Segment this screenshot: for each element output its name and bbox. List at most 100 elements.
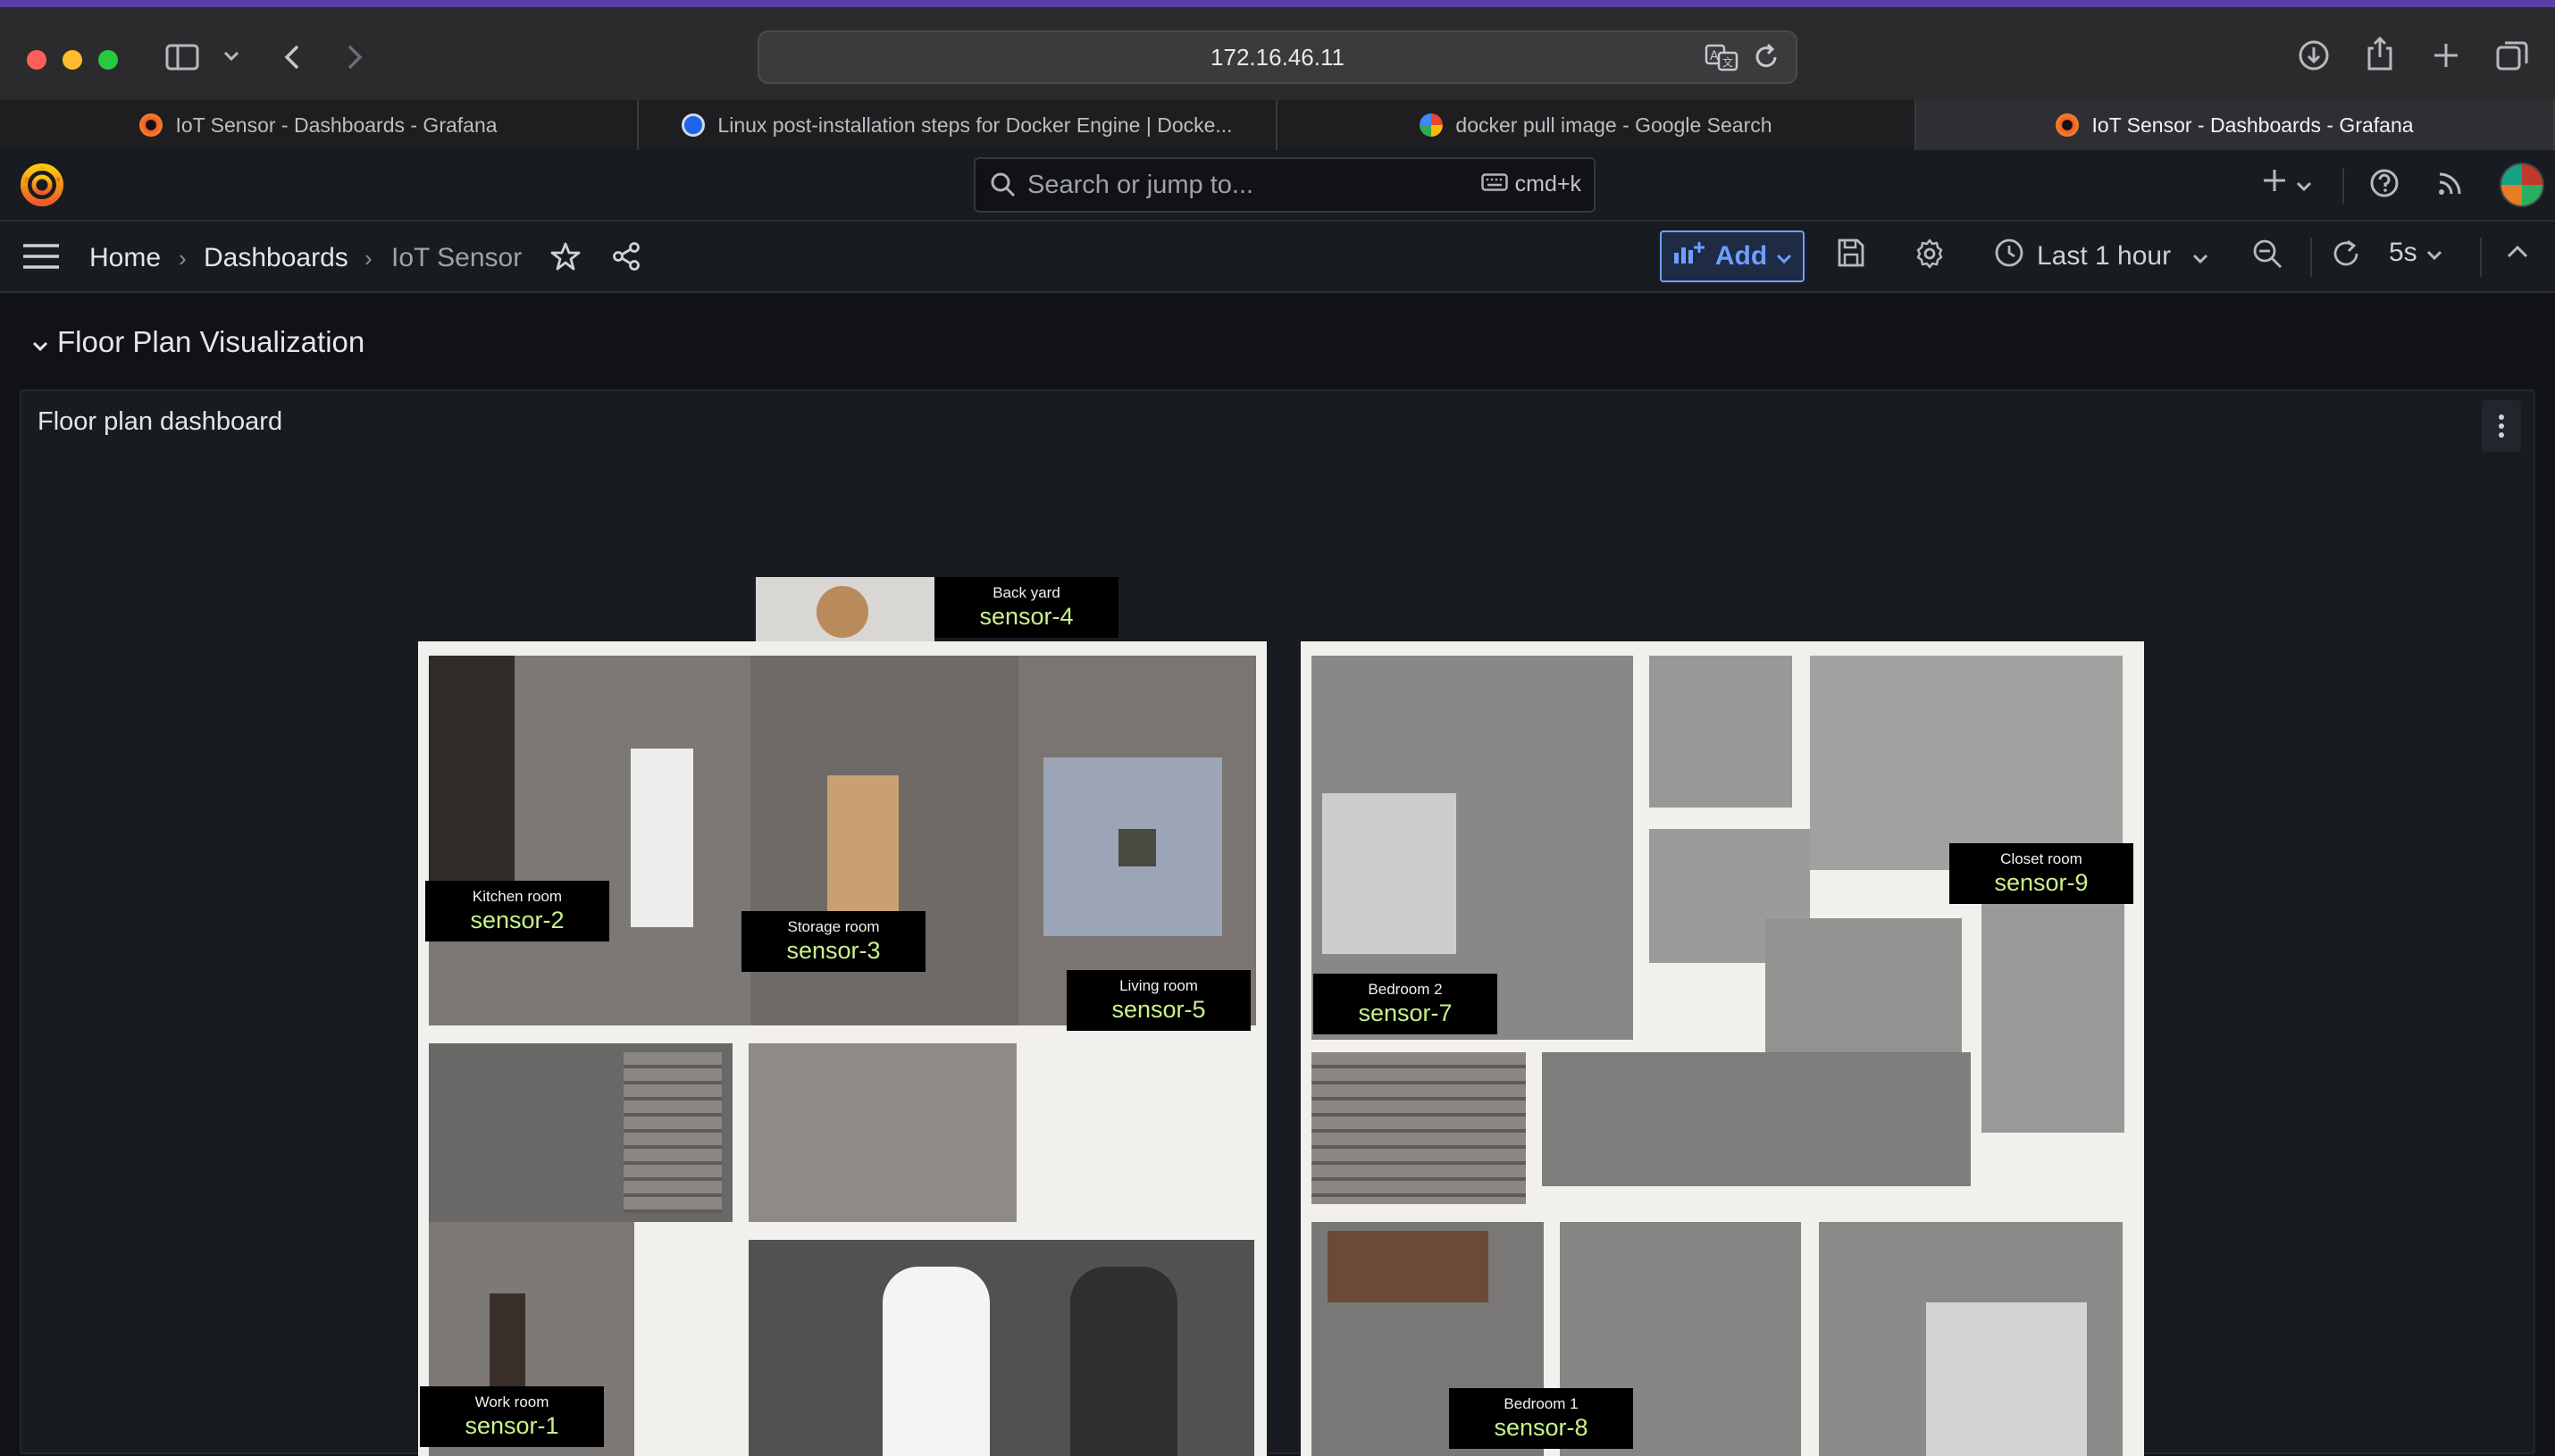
sensor-id: sensor-1	[465, 1412, 559, 1439]
divider	[2310, 238, 2312, 277]
utility-room	[749, 1043, 1017, 1222]
tab-overview-icon[interactable]	[2494, 38, 2530, 73]
sensor-id: sensor-9	[1994, 869, 2089, 896]
address-bar[interactable]: 172.16.46.11 A文	[758, 30, 1797, 84]
chevron-down-icon	[2296, 169, 2312, 199]
tab-docker-docs[interactable]: Linux post-installation steps for Docker…	[639, 100, 1278, 150]
landing	[1542, 1052, 1971, 1186]
grafana-logo-icon[interactable]	[18, 161, 66, 213]
add-button-label: Add	[1714, 241, 1768, 271]
docker-favicon-icon	[682, 113, 706, 137]
panel-menu-icon[interactable]	[2482, 400, 2521, 452]
breadcrumb-dashboards[interactable]: Dashboards	[204, 243, 348, 273]
sensor-label-bedroom-1[interactable]: Bedroom 1 sensor-8	[1449, 1388, 1633, 1449]
master-bed	[1926, 1302, 2087, 1456]
search-icon	[990, 172, 1017, 198]
star-icon[interactable]	[550, 241, 581, 276]
sensor-room-name: Kitchen room	[472, 888, 563, 905]
plus-icon	[2262, 168, 2287, 200]
forward-arrow-icon[interactable]	[341, 41, 368, 73]
zoom-window-button[interactable]	[98, 50, 118, 70]
reload-icon[interactable]	[1753, 43, 1780, 78]
panel-title: Floor plan dashboard	[38, 407, 283, 436]
refresh-icon[interactable]	[2330, 238, 2362, 270]
save-icon[interactable]	[1837, 238, 1865, 268]
sensor-label-bedroom-2[interactable]: Bedroom 2 sensor-7	[1313, 974, 1497, 1034]
divider	[2342, 168, 2344, 204]
menu-hamburger-icon[interactable]	[21, 241, 61, 276]
kitchen-island	[631, 749, 693, 927]
tab-grafana-active[interactable]: IoT Sensor - Dashboards - Grafana	[1916, 100, 2555, 150]
sensor-room-name: Back yard	[993, 584, 1060, 601]
search-placeholder: Search or jump to...	[1027, 170, 1254, 199]
backyard-patio	[756, 577, 934, 641]
refresh-interval-picker[interactable]: 5s	[2389, 238, 2442, 268]
sensor-label-workroom[interactable]: Work room sensor-1	[420, 1386, 604, 1447]
sensor-label-living[interactable]: Living room sensor-5	[1067, 970, 1251, 1031]
chevron-right-icon: ›	[364, 245, 373, 272]
help-icon[interactable]	[2369, 168, 2400, 198]
search-input[interactable]: Search or jump to... cmd+k	[974, 157, 1596, 213]
sensor-room-name: Work room	[474, 1393, 549, 1410]
search-shortcut: cmd+k	[1480, 172, 1581, 197]
svg-text:文: 文	[1722, 55, 1733, 69]
tab-google-search[interactable]: docker pull image - Google Search	[1278, 100, 1916, 150]
news-feed-icon[interactable]	[2437, 170, 2464, 197]
sensor-id: sensor-8	[1494, 1414, 1588, 1441]
add-button[interactable]: Add	[1660, 230, 1805, 282]
sidebar-toggle-icon[interactable]	[164, 39, 200, 75]
bathroom-1	[1649, 656, 1792, 807]
close-window-button[interactable]	[27, 50, 46, 70]
sensor-label-kitchen[interactable]: Kitchen room sensor-2	[425, 881, 609, 941]
dark-car	[1070, 1267, 1177, 1456]
chevron-up-icon[interactable]	[2507, 245, 2528, 259]
time-range-picker[interactable]: Last 1 hour	[1994, 238, 2208, 275]
chevron-down-icon	[2426, 238, 2442, 268]
new-tab-icon[interactable]	[2428, 38, 2464, 73]
sensor-id: sensor-4	[979, 603, 1074, 630]
sensor-room-name: Living room	[1119, 977, 1198, 994]
chevron-down-icon	[32, 325, 48, 359]
back-arrow-icon[interactable]	[279, 41, 306, 73]
browser-tab-strip: IoT Sensor - Dashboards - Grafana Linux …	[0, 100, 2555, 150]
share-icon[interactable]	[2362, 34, 2398, 73]
tab-grafana-1[interactable]: IoT Sensor - Dashboards - Grafana	[0, 100, 639, 150]
translate-icon[interactable]: A文	[1705, 43, 1738, 78]
divider	[2480, 238, 2482, 277]
dashboard-toolbar: Home › Dashboards › IoT Sensor Add Last …	[0, 222, 2555, 293]
tab-title: IoT Sensor - Dashboards - Grafana	[175, 113, 498, 137]
chevron-right-icon: ›	[179, 245, 187, 272]
share-icon[interactable]	[611, 241, 641, 276]
closet-area	[1810, 656, 2123, 870]
dashboard-row-header[interactable]: Floor Plan Visualization	[32, 325, 364, 359]
sensor-room-name: Bedroom 2	[1368, 981, 1443, 998]
sofa	[1328, 1231, 1488, 1302]
breadcrumb-home[interactable]: Home	[89, 243, 161, 273]
clock-icon	[1994, 238, 2024, 275]
chevron-down-icon	[1776, 241, 1792, 272]
row-title: Floor Plan Visualization	[57, 325, 365, 358]
minimize-window-button[interactable]	[63, 50, 82, 70]
user-avatar[interactable]	[2500, 163, 2544, 207]
zoom-out-icon[interactable]	[2251, 238, 2283, 270]
chevron-down-icon[interactable]	[220, 43, 243, 70]
refresh-interval-label: 5s	[2389, 238, 2417, 267]
bathroom-2	[1765, 918, 1962, 1052]
browser-toolbar: 172.16.46.11 A文	[0, 7, 2555, 100]
grafana-top-nav: Search or jump to... cmd+k	[0, 150, 2555, 222]
sensor-label-storage[interactable]: Storage room sensor-3	[741, 911, 926, 972]
white-car	[883, 1267, 990, 1456]
coffee-table	[1118, 829, 1156, 866]
new-menu-button[interactable]	[2262, 168, 2312, 200]
chevron-down-icon	[2192, 241, 2208, 272]
settings-gear-icon[interactable]	[1914, 238, 1946, 270]
sensor-id: sensor-3	[786, 937, 881, 964]
sensor-label-closet[interactable]: Closet room sensor-9	[1949, 843, 2133, 904]
upper-staircase	[1311, 1052, 1526, 1204]
sensor-room-name: Bedroom 1	[1504, 1395, 1579, 1412]
time-range-label: Last 1 hour	[2037, 241, 2172, 271]
grafana-favicon-icon	[139, 113, 163, 137]
downloads-icon[interactable]	[2296, 38, 2332, 73]
google-favicon-icon	[1420, 113, 1444, 137]
sensor-label-backyard[interactable]: Back yard sensor-4	[934, 577, 1118, 638]
